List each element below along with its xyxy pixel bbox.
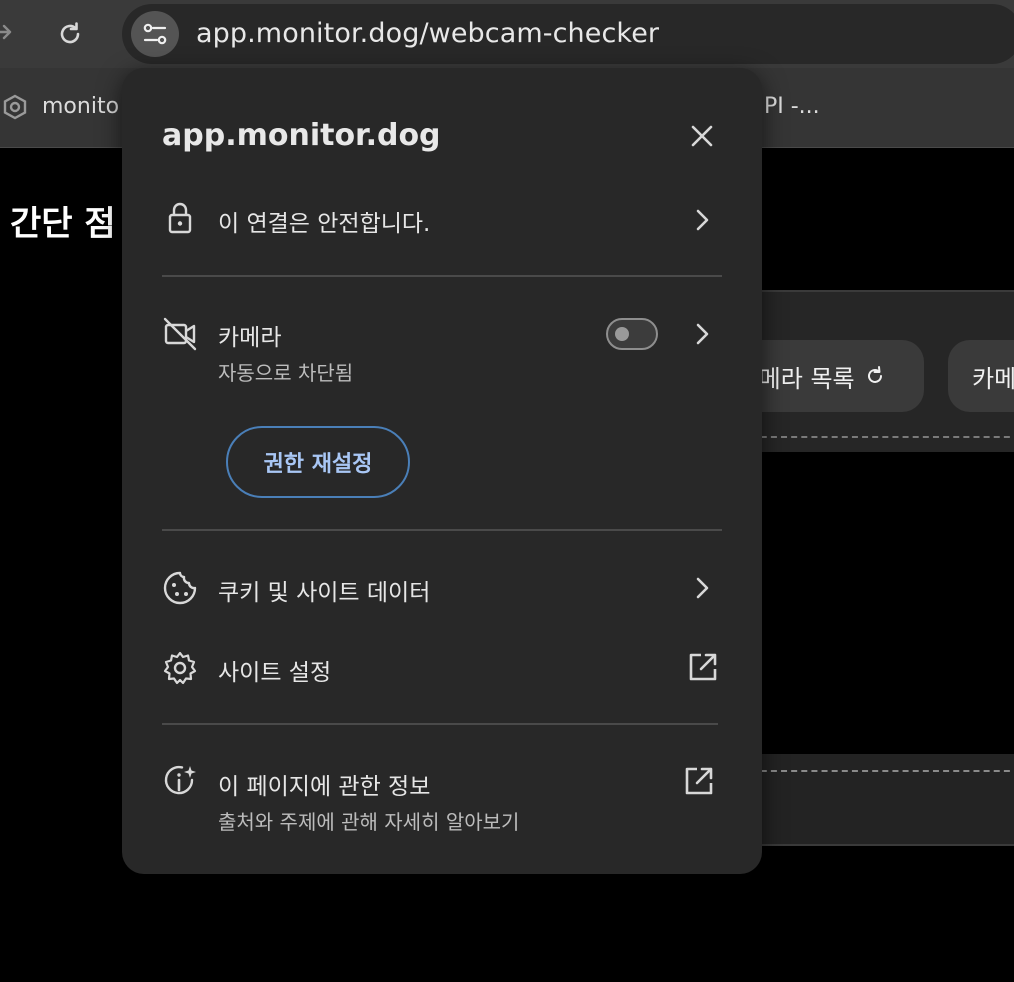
reload-icon[interactable] xyxy=(56,20,84,48)
refresh-camera-list-label: -메라 목록 xyxy=(750,364,855,393)
lock-icon xyxy=(168,202,192,234)
chevron-right-icon xyxy=(696,209,709,231)
camera-toggle[interactable] xyxy=(606,318,658,350)
camera-off-icon xyxy=(163,317,197,351)
divider xyxy=(162,723,718,725)
site-info-popup: app.monitor.dog 이 연결은 안전합니다. 카메라 자동으로 차단… xyxy=(122,68,762,874)
bookmark-item[interactable]: PI -... xyxy=(764,94,820,119)
gear-icon xyxy=(163,651,197,685)
external-link-icon xyxy=(689,653,717,681)
toggle-knob xyxy=(615,327,629,341)
info-sparkle-icon xyxy=(164,765,196,795)
bookmark-item[interactable]: monito xyxy=(42,94,119,119)
connection-label: 이 연결은 안전합니다. xyxy=(218,211,431,237)
about-page-label: 이 페이지에 관한 정보 xyxy=(218,774,431,800)
site-info-button[interactable] xyxy=(131,11,179,57)
tune-icon xyxy=(143,23,167,45)
camera-status: 자동으로 차단됨 xyxy=(218,361,354,385)
chevron-right-icon xyxy=(696,577,709,599)
forward-icon[interactable] xyxy=(0,20,16,44)
cookies-label: 쿠키 및 사이트 데이터 xyxy=(218,580,431,606)
site-settings-label: 사이트 설정 xyxy=(218,660,332,686)
camera-label: 카메라 xyxy=(218,325,282,351)
divider xyxy=(162,275,722,277)
reset-permissions-button[interactable]: 권한 재설정 xyxy=(226,426,410,498)
url-text[interactable]: app.monitor.dog/webcam-checker xyxy=(196,16,659,52)
camera-button-label: 카메 xyxy=(972,364,1014,393)
page-heading: 간단 점 xyxy=(10,204,116,244)
cookie-icon xyxy=(163,571,197,605)
external-link-icon xyxy=(685,767,713,795)
bookmark-favicon-icon xyxy=(3,94,27,120)
camera-button[interactable]: 카메 xyxy=(948,340,1014,412)
chevron-right-icon xyxy=(696,323,709,345)
popup-title: app.monitor.dog xyxy=(162,118,441,153)
browser-toolbar: app.monitor.dog/webcam-checker xyxy=(0,0,1014,68)
divider xyxy=(162,529,722,531)
about-page-sub: 출처와 주제에 관해 자세히 알아보기 xyxy=(218,810,520,834)
browser-window: 간단 점 -메라 목록 카메 app.monitor.dog/webcam-ch… xyxy=(0,0,1014,982)
refresh-icon xyxy=(867,366,882,383)
close-icon[interactable] xyxy=(688,122,716,150)
